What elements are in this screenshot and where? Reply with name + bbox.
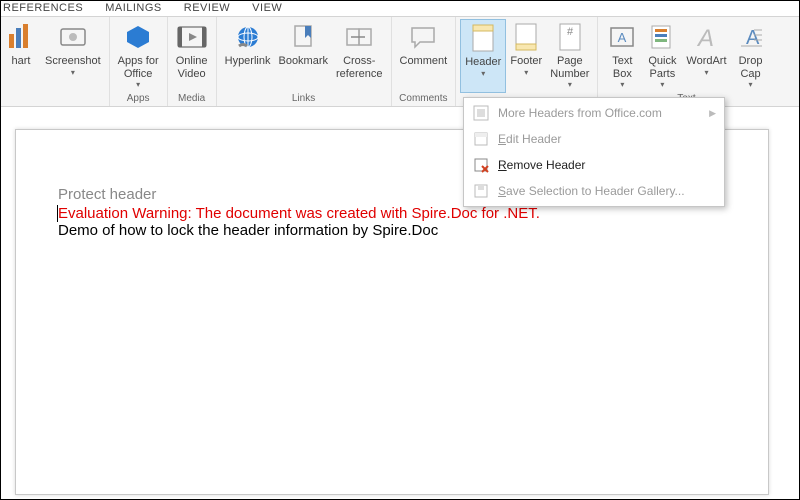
dropdown-caret: ▾: [568, 80, 572, 89]
svg-text:A: A: [696, 25, 714, 50]
remove-header-icon: [472, 156, 490, 174]
save-gallery-icon: [472, 182, 490, 200]
text-box-icon: A: [606, 21, 638, 53]
dropdown-caret: ▾: [749, 80, 753, 89]
ribbon: hart Screenshot ▾ Apps for Office ▾ Apps: [1, 17, 799, 107]
menu-more-label: More Headers from Office.com: [498, 106, 662, 120]
header-label: Header: [465, 56, 501, 69]
wordart-icon: A: [690, 21, 722, 53]
tab-references[interactable]: REFERENCES: [3, 2, 83, 14]
wordart-button[interactable]: A WordArt ▾: [682, 19, 730, 93]
ribbon-tabs: REFERENCES MAILINGS REVIEW VIEW: [1, 1, 799, 17]
online-video-button[interactable]: Online Video: [172, 19, 212, 93]
hyperlink-button[interactable]: Hyperlink: [221, 19, 275, 93]
comment-icon: [407, 21, 439, 53]
wordart-label: WordArt: [686, 55, 726, 68]
drop-cap-button[interactable]: A Drop Cap ▾: [731, 19, 771, 93]
group-illustrations: hart Screenshot ▾: [1, 17, 110, 106]
bookmark-button[interactable]: Bookmark: [274, 19, 332, 93]
apps-button[interactable]: Apps for Office ▾: [114, 19, 163, 93]
drop-cap-label: Drop Cap: [739, 55, 763, 80]
dropdown-caret: ▾: [71, 68, 75, 77]
menu-more-headers: More Headers from Office.com ▶: [466, 100, 722, 126]
group-text: A Text Box ▾ Quick Parts ▾ A WordArt ▾: [598, 17, 774, 106]
hyperlink-icon: [232, 21, 264, 53]
page-number-button[interactable]: # Page Number ▾: [546, 19, 593, 93]
page-number-label: Page Number: [550, 55, 589, 80]
quick-parts-icon: [646, 21, 678, 53]
dropdown-caret: ▾: [620, 80, 624, 89]
menu-save-selection: Save Selection to Header Gallery...: [466, 178, 722, 204]
dropdown-caret: ▾: [704, 68, 708, 77]
header-icon: [467, 22, 499, 54]
menu-remove-label: Remove Header: [498, 158, 585, 172]
chart-label: hart: [12, 55, 31, 68]
tab-view[interactable]: VIEW: [252, 2, 282, 14]
group-links: Hyperlink Bookmark Cross- reference Link…: [217, 17, 392, 106]
svg-text:#: #: [567, 26, 574, 38]
tab-review[interactable]: REVIEW: [184, 2, 230, 14]
crossref-icon: [343, 21, 375, 53]
submenu-arrow-icon: ▶: [709, 108, 716, 119]
group-comments: Comment Comments: [392, 17, 457, 106]
group-header-footer: Header ▾ Footer ▾ # Page Number ▾ Header…: [456, 17, 598, 106]
chart-button[interactable]: hart: [1, 19, 41, 93]
group-media-label: Media: [178, 93, 205, 106]
group-apps-label: Apps: [127, 93, 150, 106]
crossref-button[interactable]: Cross- reference: [332, 19, 386, 93]
bookmark-label: Bookmark: [278, 55, 328, 68]
header-dropdown-menu: More Headers from Office.com ▶ Edit Head…: [463, 97, 725, 207]
text-box-label: Text Box: [612, 55, 632, 80]
menu-edit-header: Edit Header: [466, 126, 722, 152]
crossref-label: Cross- reference: [336, 55, 382, 80]
evaluation-warning: Evaluation Warning: The document was cre…: [58, 205, 726, 222]
quick-parts-button[interactable]: Quick Parts ▾: [642, 19, 682, 93]
comment-label: Comment: [400, 55, 448, 68]
footer-icon: [510, 21, 542, 53]
page-number-icon: #: [554, 21, 586, 53]
screenshot-icon: [57, 21, 89, 53]
screenshot-button[interactable]: Screenshot ▾: [41, 19, 105, 93]
quick-parts-label: Quick Parts: [648, 55, 676, 80]
body-text: Demo of how to lock the header informati…: [58, 222, 726, 239]
dropdown-caret: ▾: [136, 80, 140, 89]
drop-cap-icon: A: [735, 21, 767, 53]
group-media: Online Video Media: [168, 17, 217, 106]
office-icon: [472, 104, 490, 122]
apps-label: Apps for Office: [118, 55, 159, 80]
dropdown-caret: ▾: [660, 80, 664, 89]
menu-edit-label: Edit Header: [498, 132, 561, 146]
tab-mailings[interactable]: MAILINGS: [105, 2, 162, 14]
edit-header-icon: [472, 130, 490, 148]
video-label: Online Video: [176, 55, 208, 80]
header-button[interactable]: Header ▾: [460, 19, 506, 93]
menu-save-label: Save Selection to Header Gallery...: [498, 184, 685, 198]
bookmark-icon: [287, 21, 319, 53]
group-links-label: Links: [292, 93, 315, 106]
text-box-button[interactable]: A Text Box ▾: [602, 19, 642, 93]
screenshot-label: Screenshot: [45, 55, 101, 68]
footer-button[interactable]: Footer ▾: [506, 19, 546, 93]
comment-button[interactable]: Comment: [396, 19, 452, 93]
group-label: [51, 93, 54, 106]
dropdown-caret: ▾: [481, 69, 485, 78]
apps-icon: [122, 21, 154, 53]
dropdown-caret: ▾: [524, 68, 528, 77]
hyperlink-label: Hyperlink: [225, 55, 271, 68]
group-apps: Apps for Office ▾ Apps: [110, 17, 168, 106]
group-comments-label: Comments: [399, 93, 447, 106]
chart-icon: [5, 21, 37, 53]
menu-remove-header[interactable]: Remove Header: [466, 152, 722, 178]
video-icon: [176, 21, 208, 53]
svg-text:A: A: [618, 30, 627, 45]
footer-label: Footer: [510, 55, 542, 68]
